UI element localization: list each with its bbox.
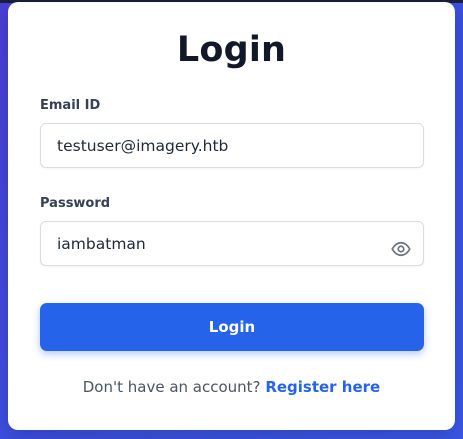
password-field[interactable] (40, 221, 424, 266)
password-label: Password (40, 196, 111, 211)
email-field[interactable] (40, 123, 424, 168)
page-title: Login (176, 30, 287, 70)
email-label: Email ID (40, 98, 101, 113)
eye-icon[interactable] (391, 241, 411, 257)
register-prompt-text: Don't have an account? (82, 378, 261, 396)
register-link[interactable]: Register here (265, 378, 380, 396)
register-prompt: Don't have an account? Register here (8, 378, 455, 396)
login-card: Login Email ID Password Login Don't have… (8, 2, 455, 430)
login-button[interactable]: Login (40, 303, 424, 351)
